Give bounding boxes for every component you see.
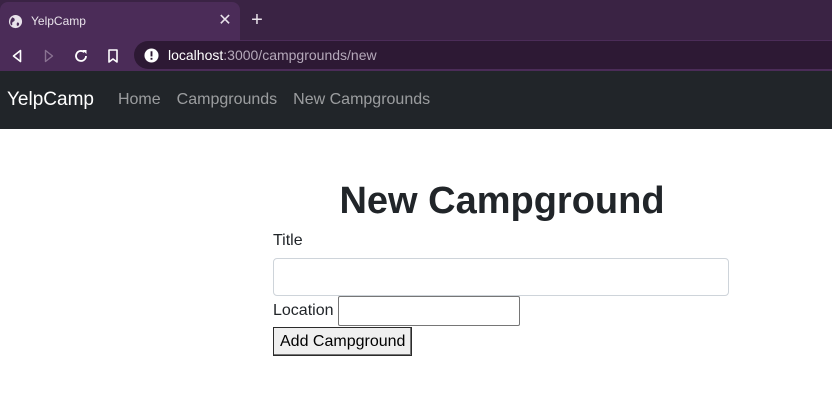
browser-toolbar: localhost:3000/campgrounds/new [0, 40, 832, 71]
forward-icon [44, 49, 54, 63]
location-row: Location [273, 296, 729, 326]
browser-tab[interactable]: YelpCamp ✕ [0, 2, 240, 40]
brand-link[interactable]: YelpCamp [7, 89, 94, 111]
title-label: Title [273, 232, 303, 249]
new-campground-form: New Campground Title Location Add Campgr… [273, 175, 729, 356]
bookmark-button[interactable] [101, 44, 125, 68]
bookmark-icon [108, 49, 118, 63]
url-path: :3000/campgrounds/new [223, 47, 377, 63]
tab-title: YelpCamp [31, 14, 86, 28]
page-title: New Campground [339, 180, 665, 222]
browser-tabstrip: YelpCamp ✕ + [0, 0, 832, 40]
back-button[interactable] [5, 44, 29, 68]
url-host: localhost [168, 47, 224, 63]
site-navbar: YelpCamp Home Campgrounds New Campground… [0, 71, 832, 129]
reload-icon [75, 50, 87, 62]
back-icon [12, 49, 22, 63]
forward-button[interactable] [37, 44, 61, 68]
url-text: localhost:3000/campgrounds/new [168, 47, 377, 63]
nav-link-new-campgrounds[interactable]: New Campgrounds [293, 91, 430, 109]
nav-link-campgrounds[interactable]: Campgrounds [177, 91, 278, 109]
add-campground-button[interactable]: Add Campground [273, 327, 413, 356]
title-input[interactable] [273, 258, 729, 296]
location-label: Location [273, 302, 334, 319]
close-tab-icon[interactable]: ✕ [214, 10, 236, 32]
new-tab-button[interactable]: + [246, 9, 268, 31]
reload-button[interactable] [69, 44, 93, 68]
info-icon[interactable] [144, 47, 159, 63]
address-bar[interactable]: localhost:3000/campgrounds/new [134, 41, 832, 69]
location-input[interactable] [337, 296, 520, 326]
globe-icon [8, 14, 23, 28]
nav-link-home[interactable]: Home [118, 91, 161, 109]
